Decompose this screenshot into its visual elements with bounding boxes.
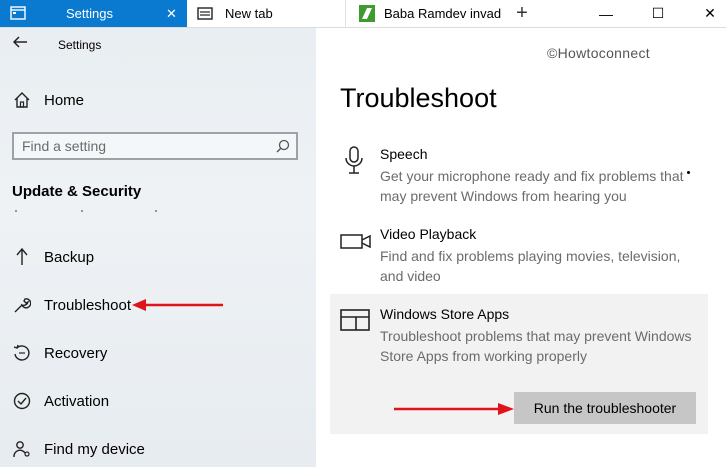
store-apps-icon [340, 309, 370, 336]
item-description: Find and fix problems playing movies, te… [380, 248, 681, 284]
troubleshooter-video-playback[interactable]: Video Playback Find and fix problems pla… [340, 226, 700, 288]
search-box[interactable] [12, 132, 298, 160]
sidebar-item-label: Activation [44, 392, 110, 410]
sidebar-item-troubleshoot[interactable]: Troubleshoot [12, 291, 131, 319]
sidebar-item-label: Backup [44, 248, 95, 266]
tab-bar: Settings ✕ New tab Baba Ramdev invad + —… [0, 0, 726, 28]
sidebar-item-label: Home [44, 91, 85, 109]
minimize-button[interactable]: — [580, 0, 632, 27]
person-location-icon [12, 439, 32, 459]
watermark: ©Howtoconnect [547, 45, 650, 61]
sidebar-item-home[interactable]: Home [12, 86, 84, 114]
tab-label: Baba Ramdev invad [384, 6, 502, 21]
tab-label: Settings [66, 6, 113, 21]
item-description: Get your microphone ready and fix proble… [380, 168, 684, 204]
video-camera-icon [340, 233, 372, 254]
maximize-button[interactable]: ☐ [632, 0, 684, 27]
tab-settings[interactable]: Settings ✕ [0, 0, 187, 27]
troubleshooter-windows-store-apps[interactable]: Windows Store Apps Troubleshoot problems… [340, 306, 700, 368]
search-icon[interactable] [276, 139, 290, 158]
home-icon [12, 90, 32, 110]
settings-app-icon [10, 6, 26, 23]
tab-label: New tab [225, 6, 273, 21]
new-tab-button[interactable]: + [512, 0, 532, 27]
microphone-icon [344, 146, 364, 181]
back-arrow-icon[interactable] [12, 34, 28, 54]
tab-baba-ramdev[interactable]: Baba Ramdev invad [345, 0, 505, 27]
wrench-icon [12, 295, 32, 315]
close-tab-icon[interactable]: ✕ [166, 6, 177, 22]
annotation-arrow [132, 299, 223, 311]
sidebar-item-label: Find my device [44, 440, 145, 458]
tab-new-tab[interactable]: New tab [188, 0, 345, 27]
sidebar-item-recovery[interactable]: Recovery [12, 339, 107, 367]
sidebar-item-label: Recovery [44, 344, 108, 362]
search-input[interactable] [22, 136, 262, 156]
main-content: ©Howtoconnect Troubleshoot Speech Get yo… [316, 28, 726, 467]
item-title: Video Playback [380, 226, 477, 242]
item-description: Troubleshoot problems that may prevent W… [380, 328, 692, 364]
sidebar-item-backup[interactable]: Backup [12, 243, 94, 271]
sidebar-item-find-my-device[interactable]: Find my device [12, 435, 145, 463]
troubleshooter-speech[interactable]: Speech Get your microphone ready and fix… [340, 146, 700, 208]
item-title: Speech [380, 146, 428, 162]
annotation-arrow [394, 403, 514, 415]
item-title: Windows Store Apps [380, 306, 510, 322]
site-favicon [359, 5, 375, 25]
sidebar-item-activation[interactable]: Activation [12, 387, 109, 415]
browser-tab-icon [197, 7, 213, 23]
backup-arrow-icon [12, 247, 32, 267]
sidebar-title: Settings [58, 38, 102, 52]
close-window-button[interactable]: ✕ [684, 0, 726, 27]
page-title: Troubleshoot [340, 83, 497, 113]
sidebar: Settings Home Update & Security Backup T… [0, 28, 316, 467]
recovery-icon [12, 343, 32, 363]
check-circle-icon [12, 391, 32, 411]
section-heading: Update & Security [12, 183, 142, 200]
cut-off-item-remnant [15, 210, 157, 212]
run-troubleshooter-button[interactable]: Run the troubleshooter [514, 392, 696, 424]
sidebar-item-label: Troubleshoot [44, 296, 131, 314]
